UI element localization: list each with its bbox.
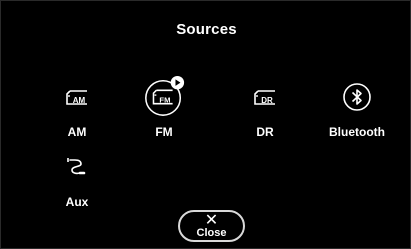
radio-fm-icon-text: FM [159, 96, 170, 105]
screen-title: Sources [176, 21, 237, 38]
source-am[interactable]: AM AM [37, 75, 117, 145]
source-fm-label: FM [155, 125, 173, 139]
bluetooth-icon [335, 75, 379, 119]
radio-dr-icon: DR [243, 75, 287, 119]
source-aux-label: Aux [65, 195, 89, 209]
source-bluetooth[interactable]: Bluetooth [317, 75, 397, 145]
radio-fm-icon: FM [142, 75, 186, 119]
source-dr-label: DR [256, 125, 274, 139]
aux-cable-icon [55, 144, 99, 188]
radio-am-icon-text: AM [73, 96, 86, 105]
source-aux[interactable]: Aux [37, 144, 117, 214]
source-am-label: AM [67, 125, 87, 139]
source-dr[interactable]: DR DR [225, 75, 305, 145]
now-playing-icon [170, 75, 185, 90]
close-label: Close [196, 227, 227, 239]
sources-screen: Sources AM AM FM FM DR DR Bluetooth Aux … [0, 0, 411, 249]
radio-am-icon: AM [55, 75, 99, 119]
source-bluetooth-label: Bluetooth [329, 125, 385, 139]
close-icon: ✕ [204, 212, 219, 229]
source-fm[interactable]: FM FM [124, 75, 204, 145]
close-button[interactable]: ✕ Close [178, 210, 245, 242]
radio-dr-icon-text: DR [261, 96, 273, 105]
